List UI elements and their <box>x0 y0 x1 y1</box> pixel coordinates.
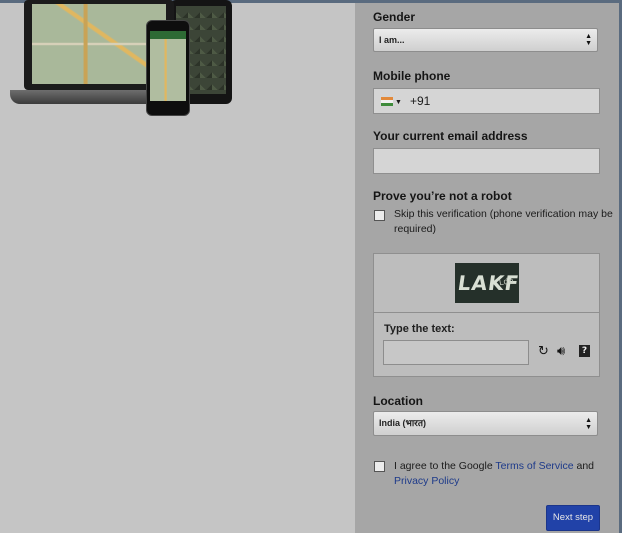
gender-select[interactable]: I am... ▲ ▼ <box>373 28 598 52</box>
signup-form-panel: Gender I am... ▲ ▼ Mobile phone ▼ +91 Your… <box>355 3 619 533</box>
mobile-phone-input[interactable]: ▼ +91 <box>373 88 600 114</box>
next-step-button[interactable]: Next step <box>546 505 600 531</box>
captcha-image: LAKF Ldo <box>455 263 519 303</box>
refresh-icon[interactable]: ↻ <box>538 345 549 358</box>
skip-verification-checkbox[interactable] <box>374 210 385 221</box>
phone-image <box>146 20 190 116</box>
email-input[interactable] <box>373 148 600 174</box>
help-icon[interactable]: ? <box>579 345 590 357</box>
phone-map-header <box>150 31 186 39</box>
location-select-value: India (भारत) <box>379 418 426 428</box>
chevron-down-icon[interactable]: ▼ <box>395 99 402 106</box>
terms-of-service-link[interactable]: Terms of Service <box>495 460 573 472</box>
robot-check-label: Prove you’re not a robot <box>373 189 512 203</box>
agree-terms-checkbox[interactable] <box>374 461 385 472</box>
type-text-label: Type the text: <box>384 323 455 335</box>
select-arrows-icon: ▲ ▼ <box>585 33 592 47</box>
phone-screen <box>150 31 186 101</box>
agree-prefix: I agree to the Google <box>394 460 496 472</box>
email-label: Your current email address <box>373 129 528 143</box>
speaker-icon[interactable]: 🔊︎ <box>557 345 565 358</box>
privacy-policy-link[interactable]: Privacy Policy <box>394 475 459 487</box>
skip-verification-text: Skip this verification (phone verificati… <box>394 207 613 237</box>
select-arrows-icon: ▲ ▼ <box>585 417 592 431</box>
captcha-image-area: LAKF Ldo <box>374 254 599 313</box>
agree-terms-text: I agree to the Google Terms of Service a… <box>394 459 594 489</box>
skip-verification-line2: required) <box>394 223 437 235</box>
devices-illustration <box>10 0 235 116</box>
skip-verification-line1: Skip this verification (phone verificati… <box>394 208 613 220</box>
captcha-box: LAKF Ldo Type the text: ↻ 🔊︎ ? <box>373 253 600 377</box>
captcha-input[interactable] <box>383 340 529 365</box>
mobile-phone-label: Mobile phone <box>373 69 451 83</box>
location-select[interactable]: India (भारत) ▲ ▼ <box>373 411 598 436</box>
gender-select-value: I am... <box>379 35 405 45</box>
location-label: Location <box>373 394 423 408</box>
agree-and: and <box>573 460 595 472</box>
gender-label: Gender <box>373 10 416 24</box>
india-flag-icon[interactable] <box>381 97 393 106</box>
phone-country-code: +91 <box>409 94 431 108</box>
